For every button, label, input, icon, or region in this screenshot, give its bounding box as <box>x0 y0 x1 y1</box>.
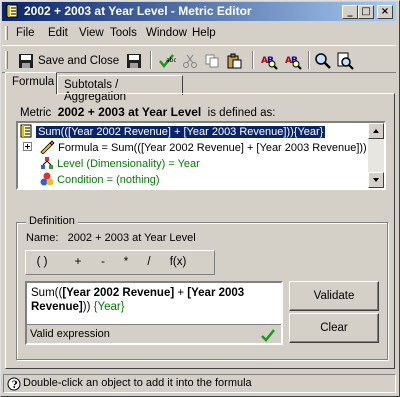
window-title: 2002 + 2003 at Year Level - Metric Edito… <box>24 4 252 18</box>
svg-text:abc: abc <box>166 57 176 64</box>
zoom-button[interactable] <box>314 51 332 71</box>
check-syntax-button[interactable]: abc <box>158 51 176 71</box>
validate-button[interactable]: Validate <box>289 281 379 311</box>
tab-formula[interactable]: Formula <box>5 72 57 94</box>
save-icon <box>19 54 33 68</box>
save-button[interactable] <box>126 51 142 71</box>
definition-legend: Definition <box>26 215 78 227</box>
formula-metric-2002: [Year 2002 Revenue] <box>62 287 175 299</box>
dimensionality-icon <box>41 157 53 169</box>
condition-filter-icon <box>40 172 54 186</box>
validation-status-bar: Valid expression <box>27 324 281 343</box>
scroll-up-arrow-icon <box>373 129 379 133</box>
definition-name-label: Name: <box>26 232 59 244</box>
valid-expression-text: Valid expression <box>30 328 110 340</box>
metric-name: 2002 + 2003 at Year Level <box>57 105 202 119</box>
menu-help[interactable]: Help <box>192 27 216 39</box>
tree-condition-label: Condition = (nothing) <box>57 174 160 186</box>
tree-root-label: Sum(([Year 2002 Revenue] + [Year 2003 Re… <box>35 125 327 139</box>
minimize-icon: _ <box>347 6 353 17</box>
scroll-down-button[interactable] <box>368 172 384 188</box>
tab-subtotals-aggregation[interactable]: Subtotals / Aggregation <box>57 75 183 103</box>
svg-text:?: ? <box>12 380 18 391</box>
toolbar-separator <box>252 51 254 69</box>
close-icon: × <box>380 6 390 17</box>
tree-vertical-scrollbar[interactable] <box>368 123 384 188</box>
maximize-button[interactable]: □ <box>358 5 374 19</box>
minimize-button[interactable]: _ <box>342 5 358 19</box>
menu-file[interactable]: File <box>16 27 35 39</box>
definition-name-line: Name: 2002 + 2003 at Year Level <box>26 232 196 244</box>
formula-pencil-icon <box>40 140 55 155</box>
status-bar: ? Double-click an object to add it into … <box>3 374 396 393</box>
save-and-close-label: Save and Close <box>38 55 120 67</box>
title-bar[interactable]: 2002 + 2003 at Year Level - Metric Edito… <box>2 2 396 21</box>
expand-plus-icon[interactable] <box>23 142 33 152</box>
function-operator-button[interactable]: f(x) <box>164 253 192 272</box>
maximize-icon: □ <box>361 6 371 17</box>
toolbar-grip <box>5 51 8 69</box>
document-search-icon <box>337 52 354 70</box>
close-button[interactable]: × <box>377 5 393 19</box>
tab-formula-label: Formula <box>12 76 55 88</box>
check-syntax-icon: abc <box>159 54 176 68</box>
formula-plus: + <box>174 287 188 299</box>
menu-grip <box>5 26 8 40</box>
scroll-down-arrow-icon <box>373 178 379 182</box>
formula-editor[interactable]: Sum(([Year 2002 Revenue] + [Year 2003 Re… <box>25 281 283 345</box>
tree-item-condition[interactable]: Condition = (nothing) <box>40 172 160 187</box>
divide-operator-button[interactable]: / <box>138 253 160 272</box>
menu-window[interactable]: Window <box>146 27 187 39</box>
find-replace-icon: A B <box>285 56 302 70</box>
tree-level-label: Level (Dimensionality) = Year <box>57 158 200 170</box>
paste-button[interactable] <box>226 51 242 71</box>
menu-bar: File Edit View Tools Window Help <box>2 23 396 43</box>
multiply-operator-button[interactable]: * <box>115 253 137 272</box>
clear-button[interactable]: Clear <box>289 313 379 343</box>
parentheses-operator-button[interactable]: ( ) <box>29 253 55 272</box>
status-text: Double-click an object to add it into th… <box>23 377 252 389</box>
toolbar-separator <box>308 51 310 69</box>
scroll-up-button[interactable] <box>368 123 384 139</box>
menu-view[interactable]: View <box>79 27 104 39</box>
menu-edit[interactable]: Edit <box>48 27 68 39</box>
metric-structure-tree[interactable]: Sum(([Year 2002 Revenue] + [Year 2003 Re… <box>16 121 386 190</box>
metric-definition-heading: Metric 2002 + 2003 at Year Level is defi… <box>20 105 275 119</box>
tree-item-root[interactable]: Sum(([Year 2002 Revenue] + [Year 2003 Re… <box>19 124 327 139</box>
formula-text[interactable]: Sum(([Year 2002 Revenue] + [Year 2003 Re… <box>31 286 271 314</box>
paste-icon <box>227 53 242 69</box>
plus-operator-button[interactable]: + <box>67 253 89 272</box>
toolbar: Save and Close abc A A <box>2 45 396 73</box>
minus-operator-button[interactable]: - <box>92 253 114 272</box>
metric-editor-app-icon <box>6 4 18 18</box>
tree-item-level[interactable]: Level (Dimensionality) = Year <box>40 156 200 171</box>
menu-tools[interactable]: Tools <box>110 27 137 39</box>
tree-formula-label: Formula = Sum(([Year 2002 Revenue] + [Ye… <box>58 142 367 154</box>
magnifier-icon <box>315 53 331 69</box>
save-and-close-button[interactable]: Save and Close <box>18 51 119 71</box>
metric-icon <box>20 124 32 138</box>
find-replace-button[interactable]: A B <box>284 51 302 71</box>
toolbar-separator <box>150 51 152 69</box>
cut-button[interactable] <box>182 51 198 71</box>
formula-sum-close: )) <box>82 301 94 313</box>
tree-item-formula[interactable]: Formula = Sum(([Year 2002 Revenue] + [Ye… <box>23 140 367 155</box>
formula-level-year: {Year} <box>93 301 125 313</box>
save-disk-icon <box>127 54 141 68</box>
metric-prefix: Metric <box>20 107 52 119</box>
copy-button[interactable] <box>204 51 220 71</box>
definition-name-value: 2002 + 2003 at Year Level <box>67 232 196 244</box>
find-object-icon: A B <box>261 56 278 70</box>
info-icon: ? <box>7 377 21 391</box>
cut-icon <box>183 54 197 68</box>
formula-sum-open: Sum(( <box>31 287 63 299</box>
metric-suffix: is defined as: <box>207 107 276 119</box>
find-button[interactable]: A B <box>260 51 278 71</box>
valid-check-icon <box>261 329 275 342</box>
copy-icon <box>205 54 219 68</box>
preview-button[interactable] <box>336 51 354 71</box>
